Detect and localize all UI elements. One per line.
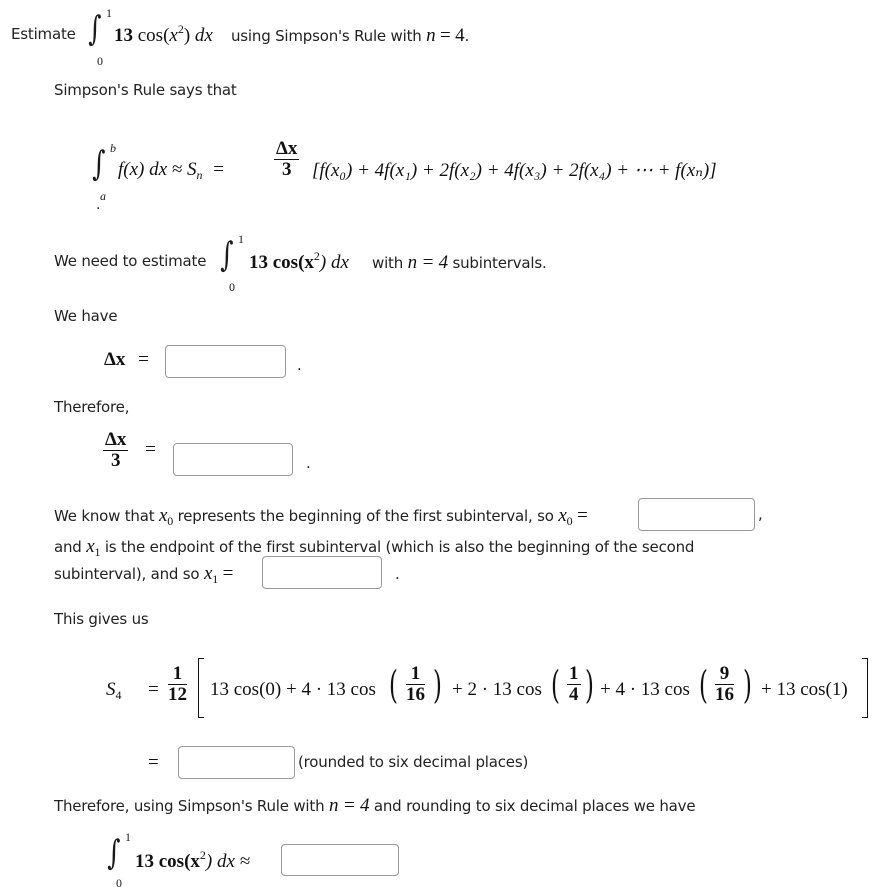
we-have-text: We have: [54, 307, 118, 325]
conclusion-text: Therefore, using Simpson's Rule with n =…: [54, 795, 696, 816]
x0-sentence: We know that x0 represents the beginning…: [54, 505, 588, 528]
need-integral-sign: ∫ 1 0: [220, 232, 244, 294]
delta-x-input[interactable]: [165, 345, 286, 378]
problem-integrand: 13 cos(x2) dx: [114, 22, 213, 46]
x1-trailing: .: [395, 565, 400, 583]
s4-label: S4: [106, 679, 122, 702]
delta-x-over-3-label: Δx 3 =: [103, 429, 156, 471]
final-integral-sign: ∫ 1 0: [107, 830, 131, 890]
problem-suffix: using Simpson's Rule with n = 4.: [231, 25, 470, 46]
result-note: (rounded to six decimal places): [298, 753, 529, 771]
rule-trailing: .: [96, 197, 101, 213]
final-integrand: 13 cos(x2) dx ≈: [135, 848, 251, 872]
right-bracket: [862, 658, 868, 718]
s4-frac1: 1 16: [406, 663, 425, 705]
paren-open-1: (: [388, 663, 398, 707]
need-prefix: We need to estimate: [54, 252, 207, 270]
s4-frac3: 9 16: [715, 663, 734, 705]
rule-terms: [f(x₀) + 4f(x₁) + 2f(x₂) + 4f(x₃) + 2f(x…: [312, 160, 717, 181]
rule-fraction: Δx 3: [274, 138, 300, 180]
need-suffix: with n = 4 subintervals.: [372, 252, 547, 273]
s4-frac2: 14: [567, 663, 581, 705]
x0-input[interactable]: [638, 498, 755, 531]
paren-close-2: ): [584, 663, 594, 707]
final-answer-input[interactable]: [281, 844, 399, 876]
delta-x-over-3-input[interactable]: [173, 443, 293, 476]
rule-integral-sign: ∫ b a: [92, 141, 116, 203]
x0-trailing: ,: [758, 505, 763, 523]
x1-input[interactable]: [262, 556, 382, 589]
left-bracket: [198, 658, 204, 718]
rule-lhs: f(x) dx ≈ Sn =: [118, 159, 224, 182]
intro-text: Simpson's Rule says that: [54, 81, 237, 99]
s4-term3: + 4 · 13 cos: [600, 679, 690, 700]
s4-term2: + 2 · 13 cos: [452, 679, 542, 700]
s4-term4: + 13 cos(1): [761, 679, 848, 700]
s4-result-input[interactable]: [178, 746, 295, 779]
paren-close-3: ): [742, 663, 752, 707]
paren-close-1: ): [432, 663, 442, 707]
gives-us-text: This gives us: [54, 610, 149, 628]
delta-x-trailing: .: [297, 356, 302, 374]
upper-limit: 1: [106, 6, 112, 20]
s4-term1: 13 cos(0) + 4 · 13 cos: [210, 679, 376, 700]
lower-limit: 0: [97, 54, 103, 68]
delta-x-over-3-trailing: .: [306, 454, 311, 472]
paren-open-3: (: [698, 663, 708, 707]
delta-x-label: Δx =: [104, 349, 149, 370]
paren-open-2: (: [550, 663, 560, 707]
problem-prefix: Estimate: [11, 25, 76, 43]
x1-sentence-line2: subinterval), and so x1 =: [54, 563, 234, 586]
s4-eq: =: [148, 679, 159, 700]
need-integrand: 13 cos(x2) dx: [249, 249, 349, 273]
s4-coefficient: 1 12: [168, 663, 187, 705]
result-eq: =: [148, 752, 159, 773]
therefore-text: Therefore,: [54, 398, 130, 416]
integral-sign: ∫ 1 0: [88, 6, 112, 68]
